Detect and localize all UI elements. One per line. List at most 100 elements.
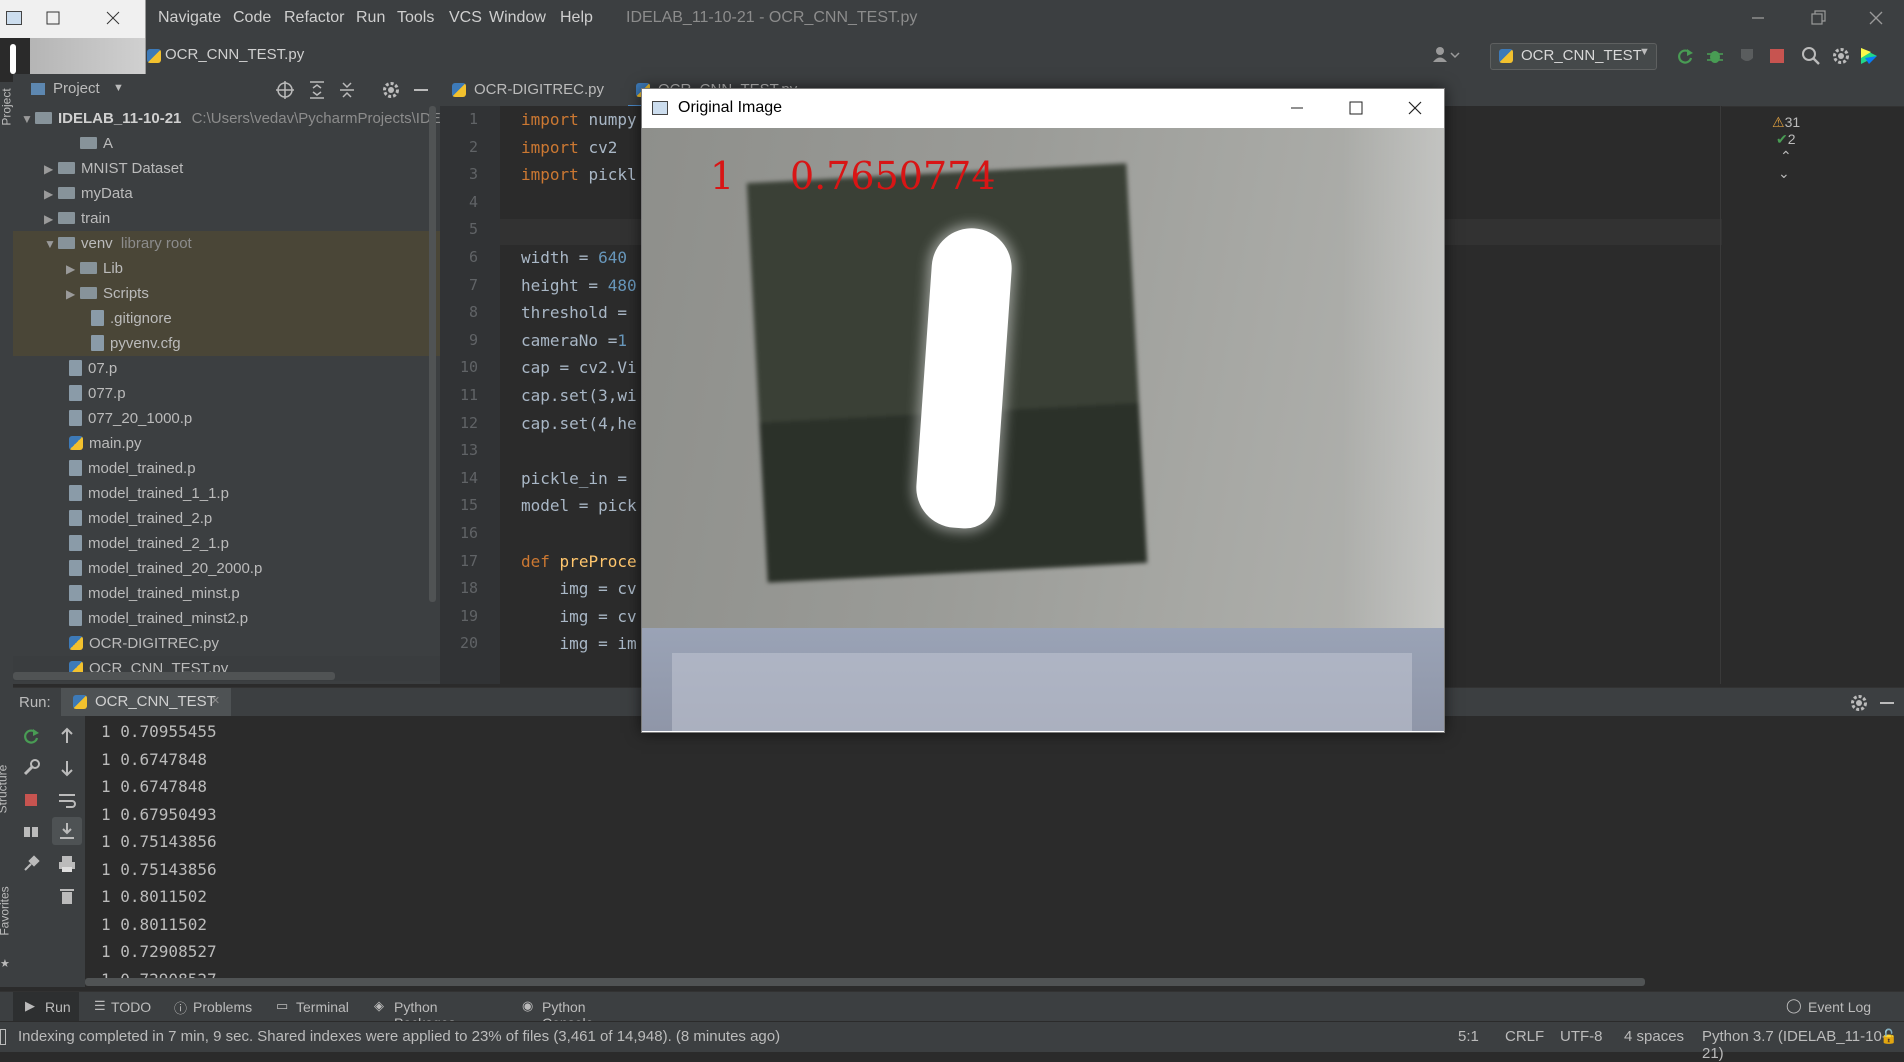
tree-item-mnist-dataset[interactable]: ▶ MNIST Dataset xyxy=(13,156,440,181)
python-interpreter[interactable]: Python 3.7 (IDELAB_11-10-21) xyxy=(1702,1028,1904,1062)
coverage-icon[interactable] xyxy=(1737,46,1757,66)
chevron-right-icon[interactable]: ▶ xyxy=(44,207,58,232)
tool-tab-python-packages[interactable]: ◈ Python Packages xyxy=(372,992,492,1031)
favorites-side-tab[interactable]: Favorites xyxy=(0,886,12,935)
gear-icon[interactable] xyxy=(381,80,401,100)
tool-tab-problems[interactable]: ⓘ Problems xyxy=(172,992,254,1022)
caret-position[interactable]: 5:1 xyxy=(1458,1028,1479,1045)
lock-icon[interactable]: 🔓 xyxy=(1880,1028,1897,1045)
close-icon[interactable] xyxy=(1866,8,1886,28)
tree-item-model-trained-2-1-p[interactable]: model_trained_2_1.p xyxy=(13,531,440,556)
minimize-icon[interactable] xyxy=(1288,99,1306,117)
menu-vcs[interactable]: VCS xyxy=(449,9,482,27)
horizontal-scrollbar[interactable] xyxy=(13,672,335,680)
tool-tab-python-console[interactable]: ◉ Python Console xyxy=(520,992,640,1031)
soft-wrap-icon[interactable] xyxy=(57,790,77,810)
project-view-select[interactable]: Project xyxy=(53,80,100,97)
chevron-right-icon[interactable]: ▶ xyxy=(66,257,80,282)
line-separator[interactable]: CRLF xyxy=(1505,1028,1544,1045)
jetbrains-toolbox-icon[interactable] xyxy=(1859,46,1879,66)
console-horizontal-scrollbar[interactable] xyxy=(85,978,1645,986)
arrow-up-icon[interactable] xyxy=(57,726,77,746)
search-icon[interactable] xyxy=(1801,46,1821,66)
breadcrumb-file[interactable]: OCR_CNN_TEST.py xyxy=(165,46,304,63)
tree-item-train[interactable]: ▶ train xyxy=(13,206,440,231)
vertical-scrollbar[interactable] xyxy=(429,106,436,602)
inspection-widget[interactable]: ⚠31 ✔2 ⌃ ⌄ xyxy=(1772,114,1800,182)
tool-tab-terminal[interactable]: ▭ Terminal xyxy=(276,992,358,1022)
tree-item-a[interactable]: A xyxy=(13,131,440,156)
minimize-icon[interactable] xyxy=(1748,8,1768,28)
chevron-down-icon[interactable]: ⌄ xyxy=(1778,165,1790,181)
chevron-right-icon[interactable]: ▶ xyxy=(66,282,80,307)
tree-item-main-py[interactable]: main.py xyxy=(13,431,440,456)
print-icon[interactable] xyxy=(57,854,77,874)
stop-icon[interactable] xyxy=(21,790,41,810)
expand-all-icon[interactable] xyxy=(307,80,327,100)
tree-item-scripts[interactable]: ▶ Scripts xyxy=(13,281,440,306)
close-tab-icon[interactable]: × xyxy=(211,692,220,709)
menu-tools[interactable]: Tools xyxy=(397,9,434,27)
user-icon[interactable] xyxy=(1431,45,1461,65)
tool-tab-run[interactable]: ▶ Run xyxy=(13,992,79,1022)
event-log-button[interactable]: ◯ Event Log xyxy=(1786,992,1896,1022)
run-configuration-select[interactable]: OCR_CNN_TEST ▼ xyxy=(1490,43,1657,70)
tree-item-model-trained-1-1-p[interactable]: model_trained_1_1.p xyxy=(13,481,440,506)
status-toggle-icon[interactable] xyxy=(0,1029,6,1045)
maximize-icon[interactable] xyxy=(1347,99,1365,117)
menu-refactor[interactable]: Refactor xyxy=(284,9,344,27)
tree-item-mydata[interactable]: ▶ myData xyxy=(13,181,440,206)
file-encoding[interactable]: UTF-8 xyxy=(1560,1028,1603,1045)
trash-icon[interactable] xyxy=(57,886,77,906)
menu-window[interactable]: Window xyxy=(489,9,546,27)
close-icon[interactable] xyxy=(106,11,120,25)
original-image-window[interactable]: Original Image 1 0.7650774 xyxy=(641,88,1445,733)
structure-side-tab[interactable]: Structure xyxy=(0,765,9,814)
menu-code[interactable]: Code xyxy=(233,9,271,27)
chevron-down-icon[interactable]: ▼ xyxy=(44,232,58,257)
tree-root[interactable]: ▼ IDELAB_11-10-21 C:\Users\vedav\PycharmP… xyxy=(13,106,440,131)
menu-help[interactable]: Help xyxy=(560,9,593,27)
tree-item-model-trained-2-p[interactable]: model_trained_2.p xyxy=(13,506,440,531)
hide-panel-icon[interactable] xyxy=(1877,693,1897,713)
scroll-to-end-toggle[interactable] xyxy=(52,817,82,845)
tree-item-venv[interactable]: ▼ venv library root xyxy=(13,231,440,256)
arrow-down-icon[interactable] xyxy=(57,758,77,778)
wrench-icon[interactable] xyxy=(21,758,41,778)
menu-navigate[interactable]: Navigate xyxy=(158,9,221,27)
tab-ocr-digitrec[interactable]: OCR-DIGITREC.py xyxy=(452,74,627,105)
chevron-right-icon[interactable]: ▶ xyxy=(44,157,58,182)
stop-icon[interactable] xyxy=(1767,46,1787,66)
collapse-all-icon[interactable] xyxy=(337,80,357,100)
maximize-icon[interactable] xyxy=(46,11,60,25)
project-side-tab[interactable]: Project xyxy=(0,88,14,125)
tree-item-gitignore[interactable]: .gitignore xyxy=(13,306,440,331)
tree-item-model-trained-p[interactable]: model_trained.p xyxy=(13,456,440,481)
layout-icon[interactable] xyxy=(21,822,41,842)
run-console-output[interactable]: 1 0.70955455 1 0.6747848 1 0.6747848 1 0.67… xyxy=(85,716,1904,989)
status-message[interactable]: Indexing completed in 7 min, 9 sec. Shar… xyxy=(18,1028,780,1045)
rerun-icon[interactable] xyxy=(1675,46,1695,66)
tree-item-07-p[interactable]: 07.p xyxy=(13,356,440,381)
locate-icon[interactable] xyxy=(275,80,295,100)
close-icon[interactable] xyxy=(1406,99,1424,117)
run-tab[interactable]: OCR_CNN_TEST × xyxy=(61,688,231,717)
gear-icon[interactable] xyxy=(1849,693,1869,713)
image-window-titlebar[interactable]: Original Image xyxy=(642,89,1444,127)
tree-item-ocr-digitrec-py[interactable]: OCR-DIGITREC.py xyxy=(13,631,440,656)
chevron-up-icon[interactable]: ⌃ xyxy=(1780,148,1792,164)
rerun-icon[interactable] xyxy=(21,726,41,746)
tree-item-lib[interactable]: ▶ Lib xyxy=(13,256,440,281)
tree-item-077-20-1000-p[interactable]: 077_20_1000.p xyxy=(13,406,440,431)
pin-icon[interactable] xyxy=(21,854,41,874)
menu-run[interactable]: Run xyxy=(356,9,385,27)
tree-item-model-trained-20-2000-p[interactable]: model_trained_20_2000.p xyxy=(13,556,440,581)
tree-item-model-trained-minst2-p[interactable]: model_trained_minst2.p xyxy=(13,606,440,631)
tree-item-077-p[interactable]: 077.p xyxy=(13,381,440,406)
tool-tab-todo[interactable]: ☰ TODO xyxy=(90,992,160,1022)
chevron-down-icon[interactable]: ▼ xyxy=(113,82,124,94)
chevron-right-icon[interactable]: ▶ xyxy=(44,182,58,207)
tree-item-model-trained-minst-p[interactable]: model_trained_minst.p xyxy=(13,581,440,606)
hide-panel-icon[interactable] xyxy=(411,80,431,100)
mini-image-window[interactable] xyxy=(0,0,146,83)
